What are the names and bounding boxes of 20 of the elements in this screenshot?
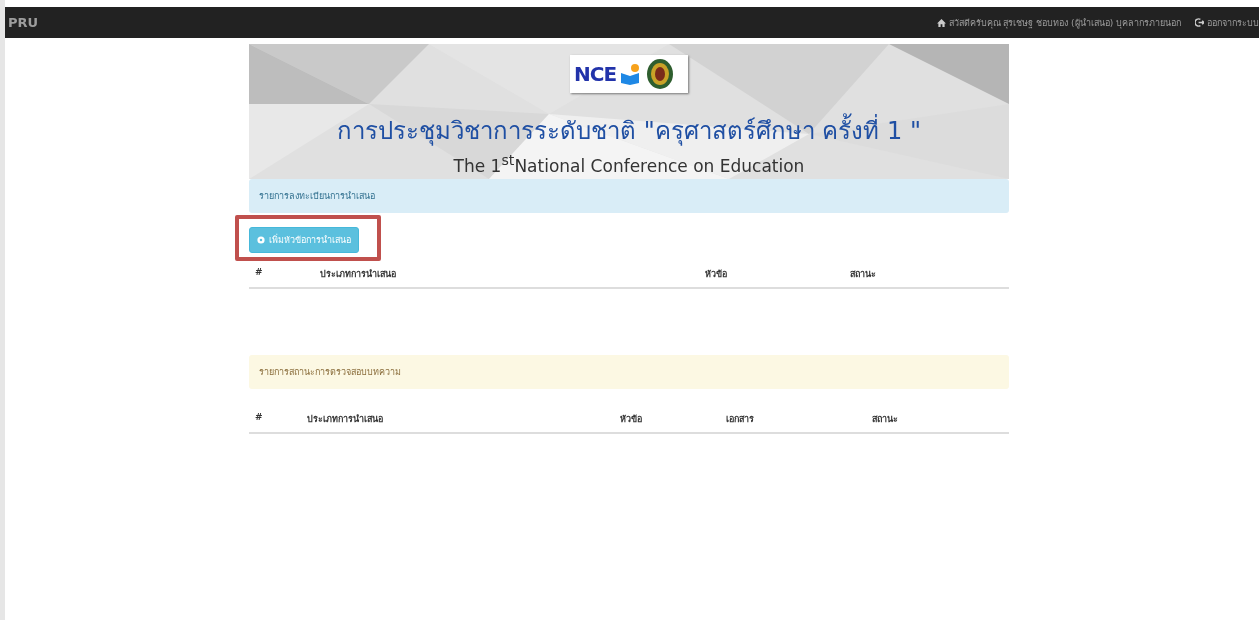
column-header: # — [254, 267, 264, 279]
gear-icon — [257, 236, 265, 244]
column-header: หัวข้อ — [619, 413, 643, 426]
conference-title: การประชุมวิชาการระดับชาติ "ครุศาสตร์ศึกษา ครั้งที่ 1 " — [337, 111, 921, 150]
logout-icon — [1195, 18, 1204, 27]
column-header: หัวข้อ — [704, 268, 728, 281]
home-icon — [936, 18, 946, 27]
user-link[interactable]: สวัสดีครับคุณ สุรเชษฐ ชอบทอง (ผู้นำเสนอ) บุคลากรภายนอก — [936, 15, 1181, 30]
conference-logo: NCE — [570, 55, 688, 93]
column-header: ประเภทการนำเสนอ — [306, 413, 384, 426]
review-panel-heading: รายการสถานะการตรวจสอบบทความ — [249, 355, 1009, 389]
brand-link[interactable]: PRU — [8, 15, 39, 30]
logout-link[interactable]: ออกจากระบบ — [1195, 15, 1259, 30]
column-header: สถานะ — [871, 413, 899, 426]
column-header: สถานะ — [849, 268, 877, 281]
conference-subtitle: The 1$^{st}$National Conference on Education — [453, 152, 805, 176]
registration-panel-heading: รายการลงทะเบียนการนำเสนอ — [249, 179, 1009, 213]
column-header: เอกสาร — [725, 413, 755, 426]
column-header: ประเภทการนำเสนอ — [319, 268, 397, 281]
column-header: # — [254, 412, 264, 424]
